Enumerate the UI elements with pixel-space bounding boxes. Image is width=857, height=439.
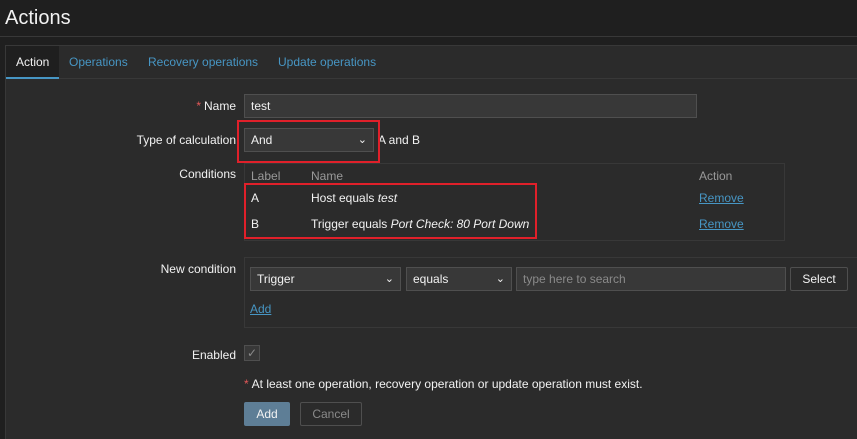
conditions-header-name: Name [311, 169, 344, 183]
enabled-label: Enabled [191, 348, 236, 362]
checkmark-icon: ✓ [246, 346, 258, 360]
condition-row-a-remove-link[interactable]: Remove [699, 191, 744, 205]
highlight-conditions-box [244, 183, 537, 239]
conditions-label: Conditions [179, 167, 236, 181]
conditions-header-action: Action [699, 169, 733, 183]
highlight-calculation-box [237, 120, 380, 163]
name-input[interactable]: test [244, 94, 697, 118]
condition-type-select[interactable]: Trigger ⌄ [250, 267, 401, 291]
action-form-panel: Action Operations Recovery operations Up… [5, 45, 857, 439]
chevron-down-icon: ⌄ [495, 273, 505, 285]
condition-search-input[interactable]: type here to search [516, 267, 786, 291]
chevron-down-icon: ⌄ [384, 273, 394, 285]
calculation-formula: A and B [378, 133, 421, 147]
conditions-header-label: Label [251, 169, 281, 183]
new-condition-label: New condition [160, 262, 236, 276]
condition-type-value: Trigger [257, 272, 295, 286]
condition-operator-value: equals [413, 272, 449, 286]
page-title: Actions [5, 7, 71, 29]
operation-warning: * At least one operation, recovery operat… [244, 377, 643, 391]
condition-operator-select[interactable]: equals ⌄ [406, 267, 512, 291]
tab-operations[interactable]: Operations [59, 46, 138, 79]
required-asterisk: * [244, 377, 249, 391]
add-condition-link[interactable]: Add [250, 302, 271, 316]
select-button[interactable]: Select [790, 267, 848, 291]
tab-bar: Action Operations Recovery operations Up… [6, 46, 857, 79]
add-button[interactable]: Add [244, 402, 290, 426]
calculation-type-label: Type of calculation [136, 133, 236, 147]
enabled-checkbox[interactable]: ✓ [244, 345, 260, 361]
tab-update-operations[interactable]: Update operations [268, 46, 386, 79]
tab-recovery-operations[interactable]: Recovery operations [138, 46, 268, 79]
required-asterisk: * [196, 99, 201, 113]
title-divider [0, 36, 857, 37]
condition-row-b-remove-link[interactable]: Remove [699, 217, 744, 231]
cancel-button[interactable]: Cancel [300, 402, 362, 426]
tab-action[interactable]: Action [6, 46, 60, 79]
name-label: * Name [196, 99, 236, 113]
